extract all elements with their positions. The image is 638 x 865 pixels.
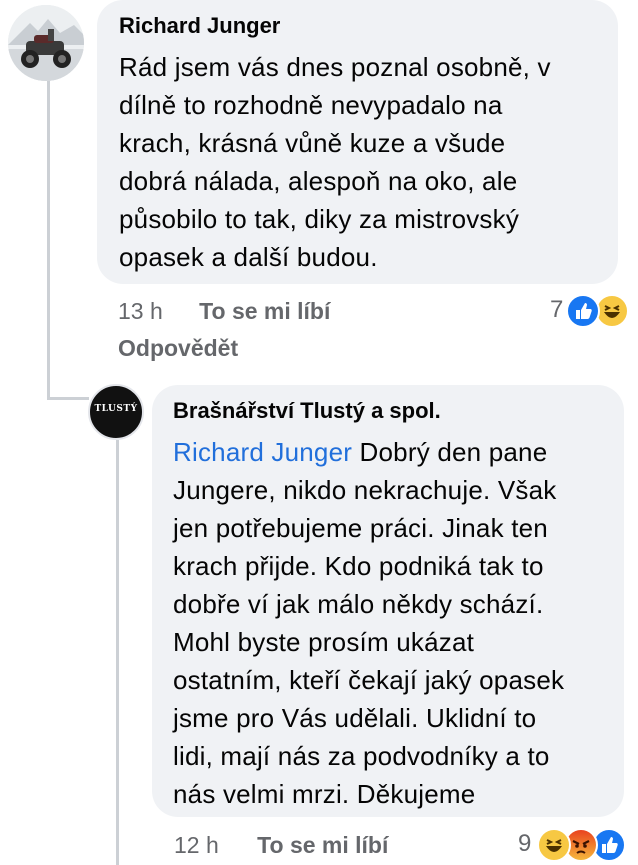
reply-line: Mohl byste prosím ukázat	[173, 627, 475, 657]
reply-line: lidi, mají nás za podvodníky a to	[173, 741, 550, 771]
commenter-avatar[interactable]	[8, 5, 84, 81]
reply-line: nás velmi mrzi. Děkujeme	[173, 779, 476, 809]
reply-time[interactable]: 12 h	[174, 832, 219, 858]
comment-reply-row: Odpovědět	[118, 333, 238, 363]
like-reaction-icon[interactable]	[566, 294, 600, 328]
comment-line: působilo to tak, diky za mistrovský	[119, 204, 520, 234]
reply-line: jsme pro Vás udělali. Uklidní to	[173, 703, 537, 733]
mention-link[interactable]: Richard Junger	[173, 437, 352, 467]
comment-author[interactable]: Richard Junger	[119, 12, 596, 40]
comment-line: opasek a další budou.	[119, 242, 378, 272]
reply-line: ostatním, kteří čekají jaký opasek	[173, 665, 565, 695]
reply-bubble: Brašnářství Tlustý a spol. Richard Junge…	[152, 385, 624, 817]
comment-line: Rád jsem vás dnes poznal osobně, v	[119, 52, 551, 82]
brand-logo-icon: TLUSTÝ	[94, 404, 138, 414]
reply-text: Richard Junger Dobrý den pane Jungere, n…	[173, 433, 604, 813]
reply-meta: 12 h To se mi líbí	[174, 830, 388, 860]
page-avatar[interactable]: TLUSTÝ	[88, 384, 144, 440]
reply-author[interactable]: Brašnářství Tlustý a spol.	[173, 397, 604, 425]
comment-reaction-count[interactable]: 7	[550, 295, 563, 325]
reply-line: jen potřebujeme práci. Jinak ten	[173, 513, 548, 543]
reply-line: krach přijde. Kdo podniká tak to	[173, 551, 544, 581]
reply-like-button[interactable]: To se mi líbí	[257, 832, 388, 858]
reply-reaction-count[interactable]: 9	[518, 829, 531, 859]
reply-thread-line	[116, 440, 119, 865]
comment-like-button[interactable]: To se mi líbí	[199, 298, 330, 324]
comment-line: dílně to rozhodně nevypadalo na	[119, 90, 503, 120]
comment-line: dobrá nálada, alespoň na oko, ale	[119, 166, 518, 196]
comment-reply-button[interactable]: Odpovědět	[118, 335, 238, 361]
comment-time[interactable]: 13 h	[118, 298, 163, 324]
haha-reaction-icon[interactable]	[595, 294, 629, 328]
reply-first-line-rest: Dobrý den pane	[352, 437, 548, 467]
reply-line: Richard Junger Dobrý den pane	[173, 433, 604, 471]
comment-line: krach, krásná vůně kuze a všude	[119, 128, 506, 158]
comment-bubble: Richard Junger Rád jsem vás dnes poznal …	[97, 0, 618, 284]
thread-line-vertical	[47, 75, 50, 400]
motorcycle-photo-icon	[8, 5, 84, 81]
reply-line: Jungere, nikdo nekrachuje. Však	[173, 475, 557, 505]
haha-reaction-icon[interactable]	[537, 828, 571, 862]
reply-line: dobře ví jak málo někdy schází.	[173, 589, 544, 619]
thread-line-corner	[47, 397, 89, 400]
comment-text: Rád jsem vás dnes poznal osobně, v dílně…	[119, 48, 596, 276]
comment-meta: 13 h To se mi líbí	[118, 296, 330, 326]
